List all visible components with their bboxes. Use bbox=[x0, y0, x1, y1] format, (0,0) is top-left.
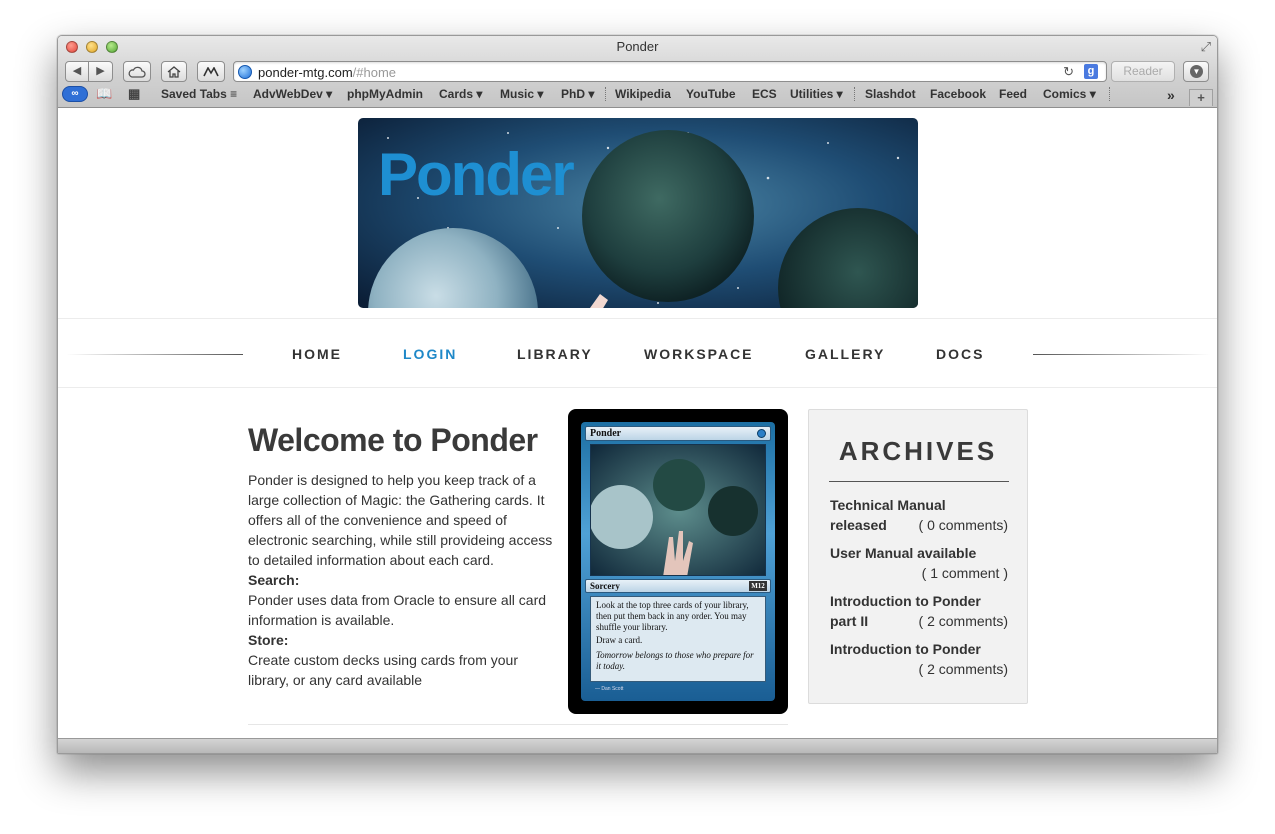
bookmark-separator bbox=[1109, 87, 1110, 101]
window-title: Ponder bbox=[616, 39, 659, 54]
bookmark-phd[interactable]: PhD ▾ bbox=[561, 87, 594, 101]
content-divider bbox=[248, 724, 788, 725]
store-label: Store: bbox=[248, 632, 289, 648]
archive-item[interactable]: Technical Manual released ( 0 comments) bbox=[830, 495, 1010, 535]
bookmark-wikipedia[interactable]: Wikipedia bbox=[615, 87, 671, 101]
archive-item[interactable]: Introduction to Ponder part II ( 2 commen… bbox=[830, 591, 1010, 631]
search-description: Ponder uses data from Oracle to ensure a… bbox=[248, 592, 547, 628]
archive-comments[interactable]: ( 2 comments) bbox=[919, 611, 1008, 631]
google-search-icon[interactable]: g bbox=[1084, 64, 1098, 79]
url-text[interactable]: ponder-mtg.com/#home bbox=[258, 65, 396, 80]
card-type: Sorcery bbox=[590, 581, 620, 591]
globe-icon bbox=[238, 65, 252, 79]
nav-divider-right bbox=[1033, 354, 1210, 355]
nav-workspace[interactable]: WORKSPACE bbox=[644, 346, 754, 362]
blue-mana-icon bbox=[757, 429, 766, 438]
icloud-tabs-button[interactable] bbox=[123, 61, 151, 82]
card-artist: — Dan Scott bbox=[595, 686, 624, 692]
bookmarks-overflow-icon[interactable]: » bbox=[1167, 87, 1175, 103]
reader-button[interactable]: Reader bbox=[1111, 61, 1175, 82]
nav-login[interactable]: LOGIN bbox=[403, 346, 457, 362]
archive-item[interactable]: Introduction to Ponder ( 2 comments) bbox=[830, 639, 1010, 679]
extension-button[interactable] bbox=[197, 61, 225, 82]
archive-item-title[interactable]: Technical Manual bbox=[830, 495, 1010, 515]
archive-comments[interactable]: ( 0 comments) bbox=[919, 515, 1008, 535]
nav-docs[interactable]: DOCS bbox=[936, 346, 984, 362]
back-button[interactable]: ◀ bbox=[65, 61, 89, 82]
bookmark-cards[interactable]: Cards ▾ bbox=[439, 87, 482, 101]
archives-divider bbox=[829, 481, 1009, 482]
download-icon: ▼ bbox=[1190, 65, 1203, 78]
status-bar bbox=[58, 738, 1217, 753]
archives-title: ARCHIVES bbox=[838, 436, 998, 466]
card-art-illustration bbox=[591, 445, 765, 575]
home-icon bbox=[167, 66, 181, 78]
bookmark-phpmyadmin[interactable]: phpMyAdmin bbox=[347, 87, 423, 101]
extension-icon bbox=[203, 66, 219, 77]
bookmark-music[interactable]: Music ▾ bbox=[500, 87, 543, 101]
bookmark-facebook[interactable]: Facebook bbox=[930, 87, 986, 101]
top-sites-grid-icon[interactable]: ▦ bbox=[128, 86, 140, 102]
bookmark-slashdot[interactable]: Slashdot bbox=[865, 87, 916, 101]
nav-divider-left bbox=[66, 354, 243, 355]
card-type-bar: Sorcery M12 bbox=[585, 579, 771, 593]
card-name-bar: Ponder bbox=[585, 426, 771, 441]
banner-title: Ponder bbox=[378, 141, 575, 208]
bookmark-separator bbox=[605, 87, 606, 101]
card-flavor-text: Tomorrow belongs to those who prepare fo… bbox=[596, 650, 754, 671]
card-artwork bbox=[590, 444, 766, 576]
forward-button[interactable]: ▶ bbox=[89, 61, 113, 82]
bookmark-comics[interactable]: Comics ▾ bbox=[1043, 87, 1096, 101]
bookmarks-bar: ∞ 📖 ▦ Saved Tabs ≡ AdvWebDev ▾ phpMyAdmi… bbox=[58, 84, 1217, 106]
card-text-box: Look at the top three cards of your libr… bbox=[590, 596, 766, 682]
card-rules-1: Look at the top three cards of your libr… bbox=[596, 600, 749, 632]
bookmarks-book-icon[interactable]: 📖 bbox=[96, 86, 112, 102]
magic-card-image: Ponder Sorcery M12 Look at the top three… bbox=[568, 409, 788, 714]
reload-icon[interactable]: ↻ bbox=[1063, 64, 1074, 80]
web-page: Ponder HOME LOGIN LIBRARY WORKSPACE GALL… bbox=[58, 108, 1217, 740]
card-frame: Ponder Sorcery M12 Look at the top three… bbox=[581, 422, 775, 701]
archive-item-title-cont[interactable]: part II bbox=[830, 613, 868, 629]
downloads-button[interactable]: ▼ bbox=[1183, 61, 1209, 82]
title-bar: Ponder ⤢ ◀ ▶ ponder-mtg.com/#home ↻ g Re… bbox=[58, 36, 1217, 108]
bookmark-separator bbox=[854, 87, 855, 101]
home-button[interactable] bbox=[161, 61, 187, 82]
intro-text-block: Ponder is designed to help you keep trac… bbox=[248, 470, 553, 690]
nav-library[interactable]: LIBRARY bbox=[517, 346, 593, 362]
address-bar[interactable]: ponder-mtg.com/#home ↻ g bbox=[233, 61, 1107, 82]
archive-item[interactable]: User Manual available ( 1 comment ) bbox=[830, 543, 1010, 583]
archive-item-title[interactable]: Introduction to Ponder bbox=[830, 591, 1010, 611]
reading-list-icon[interactable]: ∞ bbox=[62, 86, 88, 102]
archive-item-title-cont[interactable]: released bbox=[830, 517, 887, 533]
site-banner[interactable]: Ponder bbox=[358, 118, 918, 308]
fullscreen-icon[interactable]: ⤢ bbox=[1201, 39, 1211, 55]
page-heading: Welcome to Ponder bbox=[248, 422, 538, 458]
archive-comments[interactable]: ( 2 comments) bbox=[919, 659, 1008, 679]
cloud-icon bbox=[128, 66, 146, 78]
bookmark-feed[interactable]: Feed bbox=[999, 87, 1027, 101]
intro-paragraph: Ponder is designed to help you keep trac… bbox=[248, 472, 553, 568]
archive-comments[interactable]: ( 1 comment ) bbox=[922, 563, 1008, 583]
set-symbol: M12 bbox=[749, 581, 767, 591]
card-name: Ponder bbox=[590, 428, 622, 439]
nav-gallery[interactable]: GALLERY bbox=[805, 346, 885, 362]
main-navigation: HOME LOGIN LIBRARY WORKSPACE GALLERY DOC… bbox=[58, 318, 1217, 388]
url-host: ponder-mtg.com bbox=[258, 65, 353, 80]
bookmark-utilities[interactable]: Utilities ▾ bbox=[790, 87, 843, 101]
bookmark-ecs[interactable]: ECS bbox=[752, 87, 777, 101]
bookmark-advwebdev[interactable]: AdvWebDev ▾ bbox=[253, 87, 332, 101]
new-tab-button[interactable]: + bbox=[1189, 89, 1213, 106]
search-label: Search: bbox=[248, 572, 300, 588]
nav-home[interactable]: HOME bbox=[292, 346, 342, 362]
archive-item-title[interactable]: User Manual available bbox=[830, 543, 1010, 563]
archive-item-title[interactable]: Introduction to Ponder bbox=[830, 639, 1010, 659]
store-description: Create custom decks using cards from you… bbox=[248, 652, 518, 688]
bookmark-youtube[interactable]: YouTube bbox=[686, 87, 736, 101]
card-rules-2: Draw a card. bbox=[596, 635, 643, 645]
archives-sidebar: ARCHIVES Technical Manual released ( 0 co… bbox=[808, 409, 1028, 704]
url-path: /#home bbox=[352, 65, 397, 80]
browser-window: Ponder ⤢ ◀ ▶ ponder-mtg.com/#home ↻ g Re… bbox=[57, 35, 1218, 754]
bookmark-saved-tabs[interactable]: Saved Tabs ≡ bbox=[161, 87, 237, 101]
